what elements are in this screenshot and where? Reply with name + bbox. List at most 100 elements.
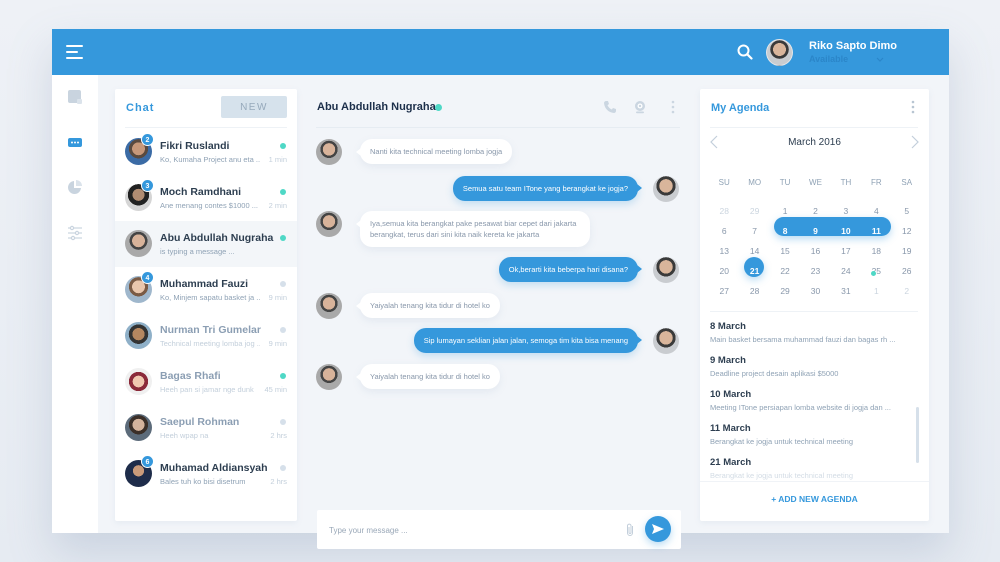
- send-icon: [652, 524, 664, 534]
- calendar-day[interactable]: 2: [892, 281, 922, 301]
- hamburger-icon[interactable]: [66, 45, 84, 59]
- calendar-week: 20 21 22 23 24 25 26: [709, 261, 922, 281]
- kebab-menu-icon[interactable]: [908, 100, 918, 114]
- outgoing-message: Semua satu team ITone yang berangkat ke …: [452, 176, 643, 201]
- chat-list-item[interactable]: Nurman Tri Gumelar Technical meeting lomb…: [115, 313, 297, 359]
- event-date: 9 March: [710, 355, 746, 366]
- contact-name: Saepul Rohman: [160, 416, 240, 428]
- chat-list-item[interactable]: Abu Abdullah Nugraha is typing a message …: [115, 221, 297, 267]
- calendar-day[interactable]: 2: [800, 201, 830, 221]
- calendar-day[interactable]: 5: [892, 201, 922, 221]
- outgoing-message: Ok,berarti kita beberpa hari disana?: [498, 257, 643, 282]
- kebab-menu-icon[interactable]: [666, 100, 680, 114]
- calendar-day[interactable]: 6: [709, 221, 739, 241]
- chat-list-item[interactable]: Bagas Rhafi Heeh pan si jamar nge dunk 45 …: [115, 359, 297, 405]
- chevron-down-icon[interactable]: [876, 57, 884, 63]
- calendar-day[interactable]: 15: [770, 241, 800, 261]
- offline-status-dot: [280, 281, 286, 287]
- calendar-day[interactable]: 25: [861, 261, 891, 281]
- message-composer: [317, 510, 681, 549]
- divider: [710, 311, 918, 312]
- calendar-grid: SU MO TU WE TH FR SA 28 29 1 2 3 4 5 6 7 8 9 10 11 12 13 14 15 1…: [709, 172, 922, 301]
- incoming-message: Iya,semua kita berangkat pake pesawat bi…: [356, 211, 590, 247]
- agenda-event[interactable]: 8 March Main basket bersama muhammad fauz…: [710, 321, 910, 355]
- calendar-day[interactable]: 10: [831, 221, 861, 241]
- message-time: 45 min: [264, 385, 287, 394]
- chat-list-item[interactable]: 3 Moch Ramdhani Ane menang contes $1000 ..…: [115, 175, 297, 221]
- user-avatar[interactable]: [766, 39, 793, 66]
- calendar-day[interactable]: 19: [892, 241, 922, 261]
- message-input[interactable]: [329, 520, 609, 540]
- conversation-title: Abu Abdullah Nugraha: [317, 101, 436, 113]
- event-date: 21 March: [710, 457, 752, 468]
- calendar-day[interactable]: 18: [861, 241, 891, 261]
- calendar-day[interactable]: 30: [800, 281, 830, 301]
- note-icon[interactable]: [67, 89, 83, 105]
- event-description: Berangkat ke jogja untuk technical meeti…: [710, 471, 854, 480]
- calendar-day[interactable]: 22: [770, 261, 800, 281]
- calendar-day[interactable]: 7: [739, 221, 769, 241]
- agenda-event[interactable]: 10 March Meeting ITone persiapan lomba we…: [710, 389, 910, 423]
- chat-list-item[interactable]: 6 Muhamad Aldiansyah Bales tuh ko bisi dis…: [115, 451, 297, 497]
- chat-panel-title: Chat: [126, 102, 155, 114]
- chat-list-item[interactable]: 2 Fikri Ruslandi Ko, Kumaha Project anu et…: [115, 129, 297, 175]
- scrollbar-thumb[interactable]: [916, 407, 919, 463]
- weekday-label: MO: [748, 177, 762, 187]
- search-icon[interactable]: [737, 44, 753, 60]
- divider: [710, 127, 918, 128]
- webcam-icon[interactable]: [633, 100, 647, 114]
- calendar-day[interactable]: 9: [800, 221, 830, 241]
- calendar-day[interactable]: 17: [831, 241, 861, 261]
- chevron-right-icon[interactable]: [907, 135, 921, 149]
- calendar-day[interactable]: 1: [770, 201, 800, 221]
- calendar-day[interactable]: 1: [861, 281, 891, 301]
- calendar-day[interactable]: 21: [739, 261, 769, 281]
- agenda-event[interactable]: 9 March Deadline project desain aplikasi …: [710, 355, 910, 389]
- pie-chart-icon[interactable]: [67, 179, 83, 195]
- calendar-day[interactable]: 11: [861, 221, 891, 241]
- calendar-day[interactable]: 29: [739, 201, 769, 221]
- calendar-day[interactable]: 16: [800, 241, 830, 261]
- calendar-day[interactable]: 28: [739, 281, 769, 301]
- calendar-day[interactable]: 27: [709, 281, 739, 301]
- unread-badge: 6: [141, 455, 154, 468]
- calendar-day[interactable]: 3: [831, 201, 861, 221]
- calendar-day[interactable]: 29: [770, 281, 800, 301]
- calendar-day[interactable]: 20: [709, 261, 739, 281]
- calendar-day[interactable]: 8: [770, 221, 800, 241]
- online-status-dot: [280, 143, 286, 149]
- message-time: 9 min: [268, 339, 287, 348]
- add-agenda-button[interactable]: + ADD NEW AGENDA: [700, 494, 929, 504]
- calendar-day[interactable]: 14: [739, 241, 769, 261]
- calendar-day[interactable]: 24: [831, 261, 861, 281]
- calendar-day[interactable]: 12: [892, 221, 922, 241]
- weekday-label: TH: [840, 177, 852, 187]
- weekday-label: WE: [809, 177, 822, 187]
- calendar-day[interactable]: 4: [861, 201, 891, 221]
- calendar-day[interactable]: 31: [831, 281, 861, 301]
- paperclip-icon[interactable]: [625, 522, 635, 538]
- agenda-event[interactable]: 11 March Berangkat ke jogja untuk technic…: [710, 423, 910, 457]
- sender-avatar: [316, 139, 342, 165]
- send-button[interactable]: [645, 516, 671, 542]
- calendar-day[interactable]: 28: [709, 201, 739, 221]
- calendar-day[interactable]: 13: [709, 241, 739, 261]
- contact-name: Bagas Rhafi: [160, 370, 221, 382]
- new-chat-button[interactable]: NEW: [221, 96, 287, 118]
- sliders-icon[interactable]: [67, 225, 83, 241]
- contact-name: Muhammad Fauzi: [160, 278, 249, 290]
- contact-name: Fikri Ruslandi: [160, 140, 230, 152]
- user-status[interactable]: Available: [809, 54, 848, 64]
- chat-list-item[interactable]: Saepul Rohman Heeh wpap na 2 hrs: [115, 405, 297, 451]
- calendar-day[interactable]: 26: [892, 261, 922, 281]
- event-description: Berangkat ke jogja untuk technical meeti…: [710, 437, 854, 446]
- calendar-day[interactable]: 23: [800, 261, 830, 281]
- weekday-label: SA: [901, 177, 913, 187]
- message-time: 2 hrs: [270, 477, 287, 486]
- phone-icon[interactable]: [603, 100, 617, 114]
- avatar: [125, 414, 152, 441]
- chat-bubble-icon[interactable]: [67, 135, 83, 151]
- top-bar: Riko Sapto Dimo Available: [52, 29, 949, 75]
- message-preview: Heeh pan si jamar nge dunk: [160, 385, 254, 394]
- chat-list-item[interactable]: 4 Muhammad Fauzi Ko, Minjem sapatu basket …: [115, 267, 297, 313]
